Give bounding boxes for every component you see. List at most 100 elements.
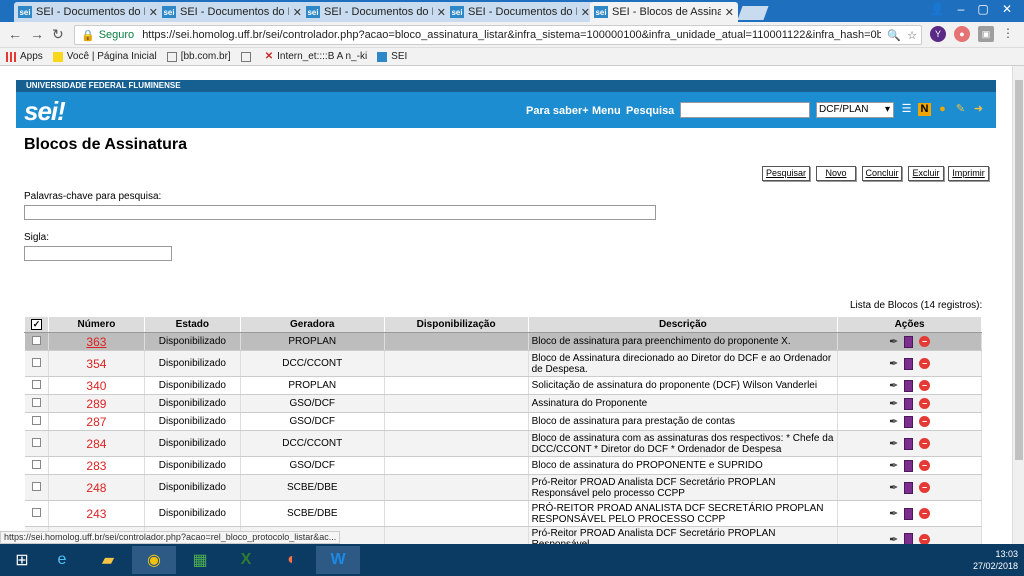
col-descricao[interactable]: Descrição <box>527 316 839 333</box>
user-icon[interactable]: ● <box>936 103 949 116</box>
exit-icon[interactable]: ➜ <box>972 103 985 116</box>
excel-icon[interactable]: X <box>224 546 268 574</box>
extension-y-icon[interactable]: Y <box>930 26 946 42</box>
close-tab-icon[interactable]: ✕ <box>149 6 158 19</box>
keywords-input[interactable] <box>24 205 656 220</box>
pen-icon[interactable]: ✒ <box>889 335 898 348</box>
back-icon[interactable]: ← <box>8 26 22 42</box>
row-checkbox[interactable] <box>24 430 49 457</box>
sei-logo[interactable]: sei! <box>24 96 66 127</box>
browser-tab-active[interactable]: sei SEI - Blocos de Assinatu ✕ <box>590 2 738 22</box>
pen-icon[interactable]: ✒ <box>889 507 898 520</box>
table-row[interactable]: 289 Disponibilizado GSO/DCF Assinatura do P… <box>24 394 982 413</box>
table-row[interactable]: 248 Disponibilizado SCBE/DBE Pró-Reitor PRO… <box>24 474 982 501</box>
pen-icon[interactable]: ✒ <box>889 481 898 494</box>
pen-icon[interactable]: ✒ <box>889 533 898 545</box>
word-icon[interactable]: W <box>316 546 360 574</box>
reload-icon[interactable]: ↻ <box>52 26 64 43</box>
pen-icon[interactable]: ✒ <box>889 437 898 450</box>
assign-document-icon[interactable] <box>904 481 914 494</box>
assign-document-icon[interactable] <box>904 437 914 450</box>
remove-icon[interactable]: – <box>919 380 931 391</box>
minimize-icon[interactable]: – <box>950 0 972 18</box>
remove-icon[interactable]: – <box>919 358 931 369</box>
firefox-icon[interactable]: ◐ <box>270 546 314 574</box>
browser-tab-1[interactable]: seiSEI - Documentos do Blo✕ <box>14 2 162 22</box>
menu-link[interactable]: Menu <box>592 105 621 117</box>
browser-tab-2[interactable]: seiSEI - Documentos do Blo✕ <box>158 2 306 22</box>
remove-icon[interactable]: – <box>919 438 931 449</box>
block-number-link[interactable]: 243 <box>48 500 145 527</box>
assign-document-icon[interactable] <box>904 357 914 370</box>
forward-icon[interactable]: → <box>30 26 44 42</box>
block-number-link[interactable]: 248 <box>48 474 145 501</box>
header-search-input[interactable] <box>680 102 810 118</box>
new-tab-button[interactable] <box>737 6 769 20</box>
row-checkbox[interactable] <box>24 332 49 351</box>
block-number-link[interactable]: 287 <box>48 412 145 431</box>
store-icon[interactable]: ▦ <box>178 546 222 574</box>
pen-icon[interactable]: ✒ <box>889 379 898 392</box>
block-number-link[interactable]: 363 <box>48 332 145 351</box>
table-row[interactable]: 287 Disponibilizado GSO/DCF Bloco de assina… <box>24 412 982 431</box>
system-tray[interactable]: 13:03 27/02/2018 <box>973 548 1018 572</box>
bookmark-intern[interactable]: ✕ Intern_et::::B A n_-ki <box>265 51 367 62</box>
remove-icon[interactable]: – <box>919 416 931 427</box>
remove-icon[interactable]: – <box>919 398 931 409</box>
close-tab-icon[interactable]: ✕ <box>581 6 590 19</box>
novo-button[interactable]: Novo <box>816 166 856 181</box>
select-all-checkbox[interactable]: ✓ <box>24 316 49 333</box>
assign-document-icon[interactable] <box>904 459 914 472</box>
row-checkbox[interactable] <box>24 412 49 431</box>
para-saber-link[interactable]: Para saber+ <box>526 105 589 117</box>
page-scrollbar[interactable] <box>1012 66 1024 544</box>
row-checkbox[interactable] <box>24 350 49 377</box>
table-row[interactable]: 283 Disponibilizado GSO/DCF Bloco de assina… <box>24 456 982 475</box>
assign-document-icon[interactable] <box>904 533 914 544</box>
row-checkbox[interactable] <box>24 394 49 413</box>
file-explorer-icon[interactable]: ▰ <box>86 546 130 574</box>
table-row[interactable]: 354 Disponibilizado DCC/CCONT Bloco de Assi… <box>24 350 982 377</box>
block-number-link[interactable]: 284 <box>48 430 145 457</box>
user-profile-icon[interactable]: 👤 <box>926 0 948 18</box>
table-row[interactable]: 284 Disponibilizado DCC/CCONT Bloco de assi… <box>24 430 982 457</box>
assign-document-icon[interactable] <box>904 507 914 520</box>
extension-icon[interactable]: ▣ <box>978 26 994 42</box>
col-disponibilizacao[interactable]: Disponibilização <box>383 316 529 333</box>
close-tab-icon[interactable]: ✕ <box>437 6 446 19</box>
block-number-link[interactable]: 289 <box>48 394 145 413</box>
table-row[interactable]: 243 Disponibilizado SCBE/DBE PRÓ-REITOR PRO… <box>24 500 982 527</box>
block-number-link[interactable]: 283 <box>48 456 145 475</box>
list-icon[interactable]: ☰ <box>900 103 913 116</box>
imprimir-button[interactable]: Imprimir <box>948 166 989 181</box>
assign-document-icon[interactable] <box>904 379 914 392</box>
row-checkbox[interactable] <box>24 376 49 395</box>
table-row[interactable]: 363 Disponibilizado PROPLAN Bloco de assina… <box>24 332 982 351</box>
chrome-menu-icon[interactable]: ⋮ <box>1002 26 1014 40</box>
remove-icon[interactable]: – <box>919 460 931 471</box>
windows-start-icon[interactable]: ⊞ <box>0 546 44 574</box>
col-numero[interactable]: Número <box>47 316 145 333</box>
tools-icon[interactable]: ✎ <box>954 103 967 116</box>
bookmark-blank[interactable] <box>240 51 255 62</box>
pen-icon[interactable]: ✒ <box>889 459 898 472</box>
zoom-icon[interactable]: 🔍 <box>887 29 901 42</box>
close-window-icon[interactable]: ✕ <box>996 0 1018 18</box>
col-estado[interactable]: Estado <box>143 316 241 333</box>
sigla-input[interactable] <box>24 246 172 261</box>
pesquisar-button[interactable]: Pesquisar <box>762 166 810 181</box>
block-number-link[interactable]: 354 <box>48 350 145 377</box>
table-row[interactable]: 340 Disponibilizado PROPLAN Solicitação de … <box>24 376 982 395</box>
chrome-icon[interactable]: ◉ <box>132 546 176 574</box>
close-tab-icon[interactable]: ✕ <box>725 6 734 19</box>
remove-icon[interactable]: – <box>919 336 931 347</box>
assign-document-icon[interactable] <box>904 397 914 410</box>
col-geradora[interactable]: Geradora <box>239 316 385 333</box>
block-number-link[interactable]: 340 <box>48 376 145 395</box>
pen-icon[interactable]: ✒ <box>889 397 898 410</box>
pen-icon[interactable]: ✒ <box>889 357 898 370</box>
bookmark-sei[interactable]: SEI <box>377 51 407 62</box>
concluir-button[interactable]: Concluir <box>862 166 902 181</box>
scroll-thumb[interactable] <box>1015 80 1023 460</box>
extension-icon[interactable]: ● <box>954 26 970 42</box>
